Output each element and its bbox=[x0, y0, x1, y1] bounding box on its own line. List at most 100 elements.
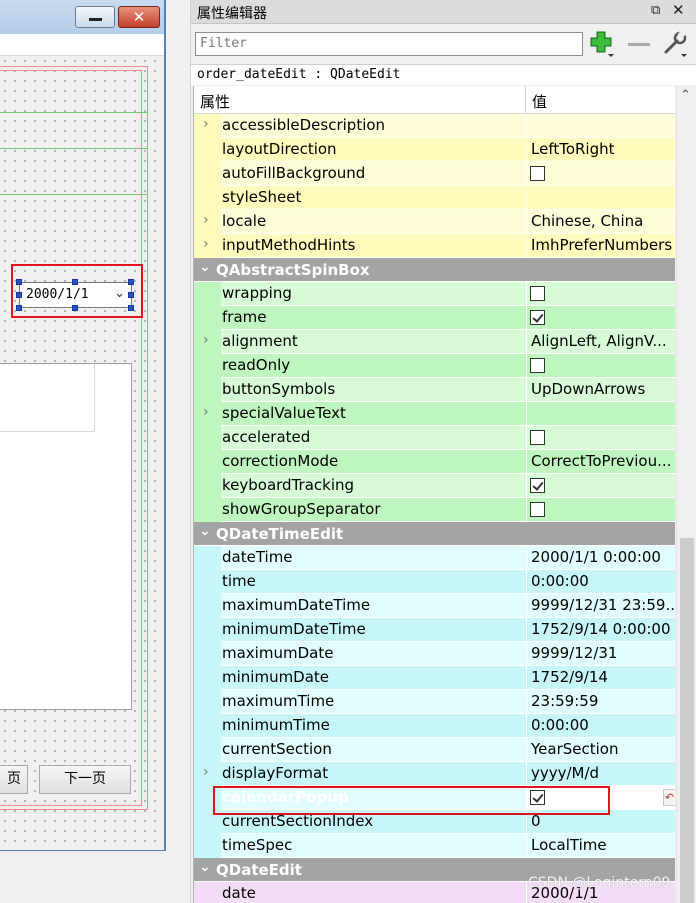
property-row[interactable]: maximumDateTime 9999/12/31 23:59... bbox=[194, 594, 675, 618]
chevron-down-icon[interactable]: ⌄ bbox=[199, 859, 211, 875]
property-row[interactable]: accelerated bbox=[194, 426, 675, 450]
scrollbar-thumb[interactable] bbox=[680, 538, 694, 903]
property-name[interactable]: alignment bbox=[221, 330, 526, 353]
property-name[interactable]: layoutDirection bbox=[221, 138, 526, 161]
property-name[interactable]: specialValueText bbox=[221, 402, 526, 425]
value-checkbox[interactable] bbox=[530, 310, 545, 325]
chevron-down-icon[interactable]: ⌄ bbox=[114, 286, 125, 301]
property-value[interactable] bbox=[526, 354, 675, 377]
property-row[interactable]: minimumDate 1752/9/14 bbox=[194, 666, 675, 690]
property-name[interactable]: minimumDate bbox=[221, 666, 526, 689]
property-name[interactable]: date bbox=[221, 882, 526, 903]
property-name[interactable]: correctionMode bbox=[221, 450, 526, 473]
value-checkbox[interactable] bbox=[530, 166, 545, 181]
property-row[interactable]: › displayFormat yyyy/M/d bbox=[194, 762, 675, 786]
property-row[interactable]: › specialValueText bbox=[194, 402, 675, 426]
resize-handle[interactable] bbox=[16, 292, 22, 298]
property-row[interactable]: › locale Chinese, China bbox=[194, 210, 675, 234]
window-close-button[interactable]: ✕ bbox=[118, 6, 160, 28]
resize-handle[interactable] bbox=[72, 279, 78, 285]
resize-handle[interactable] bbox=[128, 279, 134, 285]
category-row[interactable]: ⌄ QAbstractSpinBox bbox=[194, 258, 675, 282]
property-name[interactable]: minimumTime bbox=[221, 714, 526, 737]
value-checkbox[interactable] bbox=[530, 430, 545, 445]
value-checkbox[interactable] bbox=[530, 358, 545, 373]
property-row[interactable]: minimumDateTime 1752/9/14 0:00:00 bbox=[194, 618, 675, 642]
property-value[interactable] bbox=[526, 474, 675, 497]
value-column-header[interactable]: 值 bbox=[532, 91, 547, 112]
filter-input[interactable]: Filter bbox=[195, 32, 583, 56]
property-row[interactable]: styleSheet bbox=[194, 186, 675, 210]
resize-handle[interactable] bbox=[128, 292, 134, 298]
property-value[interactable]: 9999/12/31 bbox=[526, 642, 675, 665]
chevron-right-icon[interactable]: › bbox=[203, 764, 209, 780]
property-value[interactable] bbox=[526, 306, 675, 329]
property-value[interactable]: AlignLeft, AlignV... bbox=[526, 330, 675, 353]
property-name[interactable]: buttonSymbols bbox=[221, 378, 526, 401]
property-value[interactable]: CorrectToPreviou... bbox=[526, 450, 675, 473]
property-name[interactable]: keyboardTracking bbox=[221, 474, 526, 497]
property-row[interactable]: › alignment AlignLeft, AlignV... bbox=[194, 330, 675, 354]
next-page-button[interactable]: 下一页 bbox=[39, 765, 131, 794]
property-name[interactable]: dateTime bbox=[221, 546, 526, 569]
property-row[interactable]: readOnly bbox=[194, 354, 675, 378]
chevron-right-icon[interactable]: › bbox=[203, 116, 209, 132]
property-value[interactable] bbox=[526, 498, 675, 521]
property-row[interactable]: keyboardTracking bbox=[194, 474, 675, 498]
property-column-header[interactable]: 属性 bbox=[200, 91, 230, 112]
chevron-up-icon[interactable]: ⌃ bbox=[680, 88, 691, 103]
prev-page-button[interactable]: 页 bbox=[0, 765, 28, 794]
property-name[interactable]: accelerated bbox=[221, 426, 526, 449]
property-name[interactable]: timeSpec bbox=[221, 834, 526, 857]
property-name[interactable]: currentSection bbox=[221, 738, 526, 761]
property-name[interactable]: displayFormat bbox=[221, 762, 526, 785]
property-value[interactable] bbox=[526, 114, 675, 137]
property-name[interactable]: time bbox=[221, 570, 526, 593]
vertical-scrollbar[interactable]: ⌃ bbox=[676, 86, 696, 903]
property-value[interactable]: 2000/1/1 0:00:00 bbox=[526, 546, 675, 569]
property-row[interactable]: buttonSymbols UpDownArrows bbox=[194, 378, 675, 402]
plus-icon[interactable] bbox=[589, 30, 617, 58]
chevron-right-icon[interactable]: › bbox=[203, 332, 209, 348]
property-row[interactable]: currentSection YearSection bbox=[194, 738, 675, 762]
list-widget[interactable] bbox=[0, 363, 132, 710]
property-row[interactable]: maximumTime 23:59:59 bbox=[194, 690, 675, 714]
property-value[interactable] bbox=[526, 282, 675, 305]
property-name[interactable]: inputMethodHints bbox=[221, 234, 526, 257]
property-name[interactable]: accessibleDescription bbox=[221, 114, 526, 137]
property-name[interactable]: showGroupSeparator bbox=[221, 498, 526, 521]
wrench-icon[interactable] bbox=[662, 30, 690, 58]
category-row[interactable]: ⌄ QDateTimeEdit bbox=[194, 522, 675, 546]
chevron-right-icon[interactable]: › bbox=[203, 236, 209, 252]
reset-icon[interactable]: ↶ bbox=[663, 789, 675, 806]
property-name[interactable]: autoFillBackground bbox=[221, 162, 526, 185]
property-value[interactable]: LeftToRight bbox=[526, 138, 675, 161]
chevron-down-icon[interactable]: ⌄ bbox=[199, 259, 211, 275]
minimize-button[interactable] bbox=[75, 6, 115, 28]
property-row[interactable]: › accessibleDescription bbox=[194, 114, 675, 138]
property-value[interactable]: 23:59:59 bbox=[526, 690, 675, 713]
property-value[interactable]: 9999/12/31 23:59... bbox=[526, 594, 675, 617]
property-value[interactable]: Chinese, China bbox=[526, 210, 675, 233]
chevron-down-icon[interactable]: ⌄ bbox=[199, 523, 211, 539]
property-name[interactable]: wrapping bbox=[221, 282, 526, 305]
property-value[interactable]: 1752/9/14 0:00:00 bbox=[526, 618, 675, 641]
resize-handle[interactable] bbox=[128, 305, 134, 311]
property-row[interactable]: minimumTime 0:00:00 bbox=[194, 714, 675, 738]
property-name[interactable]: frame bbox=[221, 306, 526, 329]
property-row[interactable]: timeSpec LocalTime bbox=[194, 834, 675, 858]
property-value[interactable]: 0:00:00 bbox=[526, 570, 675, 593]
property-row[interactable]: layoutDirection LeftToRight bbox=[194, 138, 675, 162]
property-row[interactable]: › inputMethodHints ImhPreferNumbers bbox=[194, 234, 675, 258]
value-checkbox[interactable] bbox=[530, 502, 545, 517]
property-value[interactable]: 0:00:00 bbox=[526, 714, 675, 737]
column-divider[interactable] bbox=[525, 86, 526, 114]
property-name[interactable]: minimumDateTime bbox=[221, 618, 526, 641]
value-checkbox[interactable] bbox=[530, 286, 545, 301]
property-value[interactable] bbox=[526, 186, 675, 209]
property-value[interactable] bbox=[526, 426, 675, 449]
property-row[interactable]: dateTime 2000/1/1 0:00:00 bbox=[194, 546, 675, 570]
property-row[interactable]: time 0:00:00 bbox=[194, 570, 675, 594]
property-value[interactable]: yyyy/M/d bbox=[526, 762, 675, 785]
property-name[interactable]: styleSheet bbox=[221, 186, 526, 209]
